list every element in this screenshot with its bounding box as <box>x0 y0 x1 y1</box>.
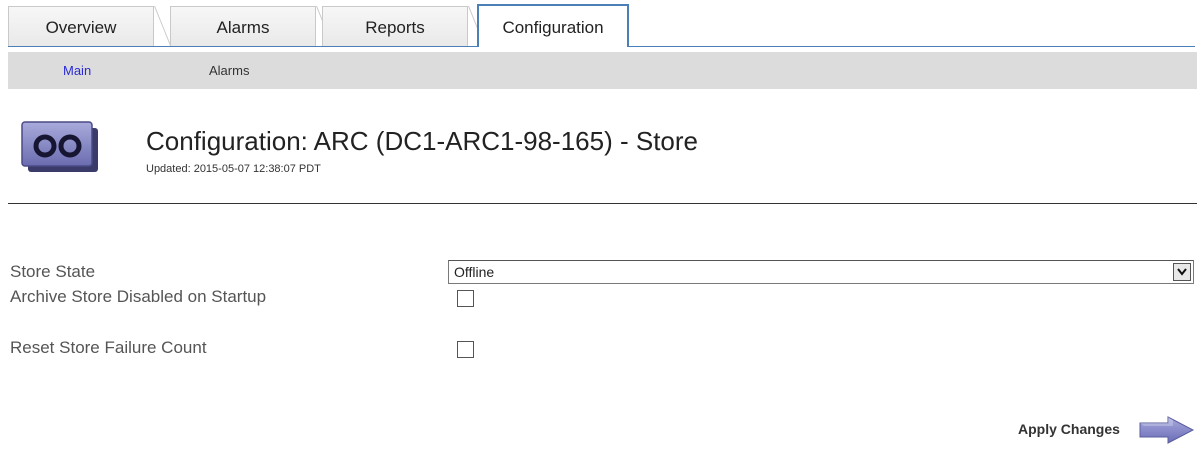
tab-alarms-label: Alarms <box>216 18 270 37</box>
archive-node-icon <box>20 120 100 174</box>
sub-navigation: Main Alarms <box>8 52 1197 89</box>
archive-store-disabled-checkbox[interactable] <box>457 290 474 307</box>
tab-overview-label: Overview <box>45 18 117 37</box>
subnav-item-main[interactable]: Main <box>63 52 91 89</box>
store-state-label: Store State <box>10 262 96 281</box>
apply-changes-label: Apply Changes <box>1018 421 1120 437</box>
tab-separator <box>154 6 172 46</box>
tab-reports[interactable]: Reports <box>322 6 468 46</box>
tab-configuration-label: Configuration <box>502 18 604 37</box>
reset-failure-count-checkbox[interactable] <box>457 341 474 358</box>
page-title: Configuration: ARC (DC1-ARC1-98-165) - S… <box>146 126 698 156</box>
tab-bar: Overview Alarms Reports Configuration <box>0 0 1197 48</box>
subnav-item-alarms-label: Alarms <box>209 63 250 78</box>
archive-store-disabled-label: Archive Store Disabled on Startup <box>10 287 267 306</box>
tab-alarms[interactable]: Alarms <box>170 6 316 46</box>
subnav-item-alarms[interactable]: Alarms <box>209 52 249 89</box>
header-divider <box>8 203 1197 204</box>
tab-reports-label: Reports <box>365 18 425 37</box>
store-state-select[interactable]: Offline <box>448 260 1194 284</box>
chevron-down-icon[interactable] <box>1173 263 1191 281</box>
arrow-right-icon[interactable] <box>1138 414 1196 446</box>
tab-configuration[interactable]: Configuration <box>477 4 629 47</box>
store-state-value: Offline <box>454 264 495 280</box>
reset-failure-count-label: Reset Store Failure Count <box>10 338 207 357</box>
page-header: Configuration: ARC (DC1-ARC1-98-165) - S… <box>20 118 1120 178</box>
updated-timestamp: Updated: 2015-05-07 12:38:07 PDT <box>146 163 321 175</box>
tab-overview[interactable]: Overview <box>8 6 154 46</box>
subnav-item-main-label: Main <box>63 63 92 78</box>
